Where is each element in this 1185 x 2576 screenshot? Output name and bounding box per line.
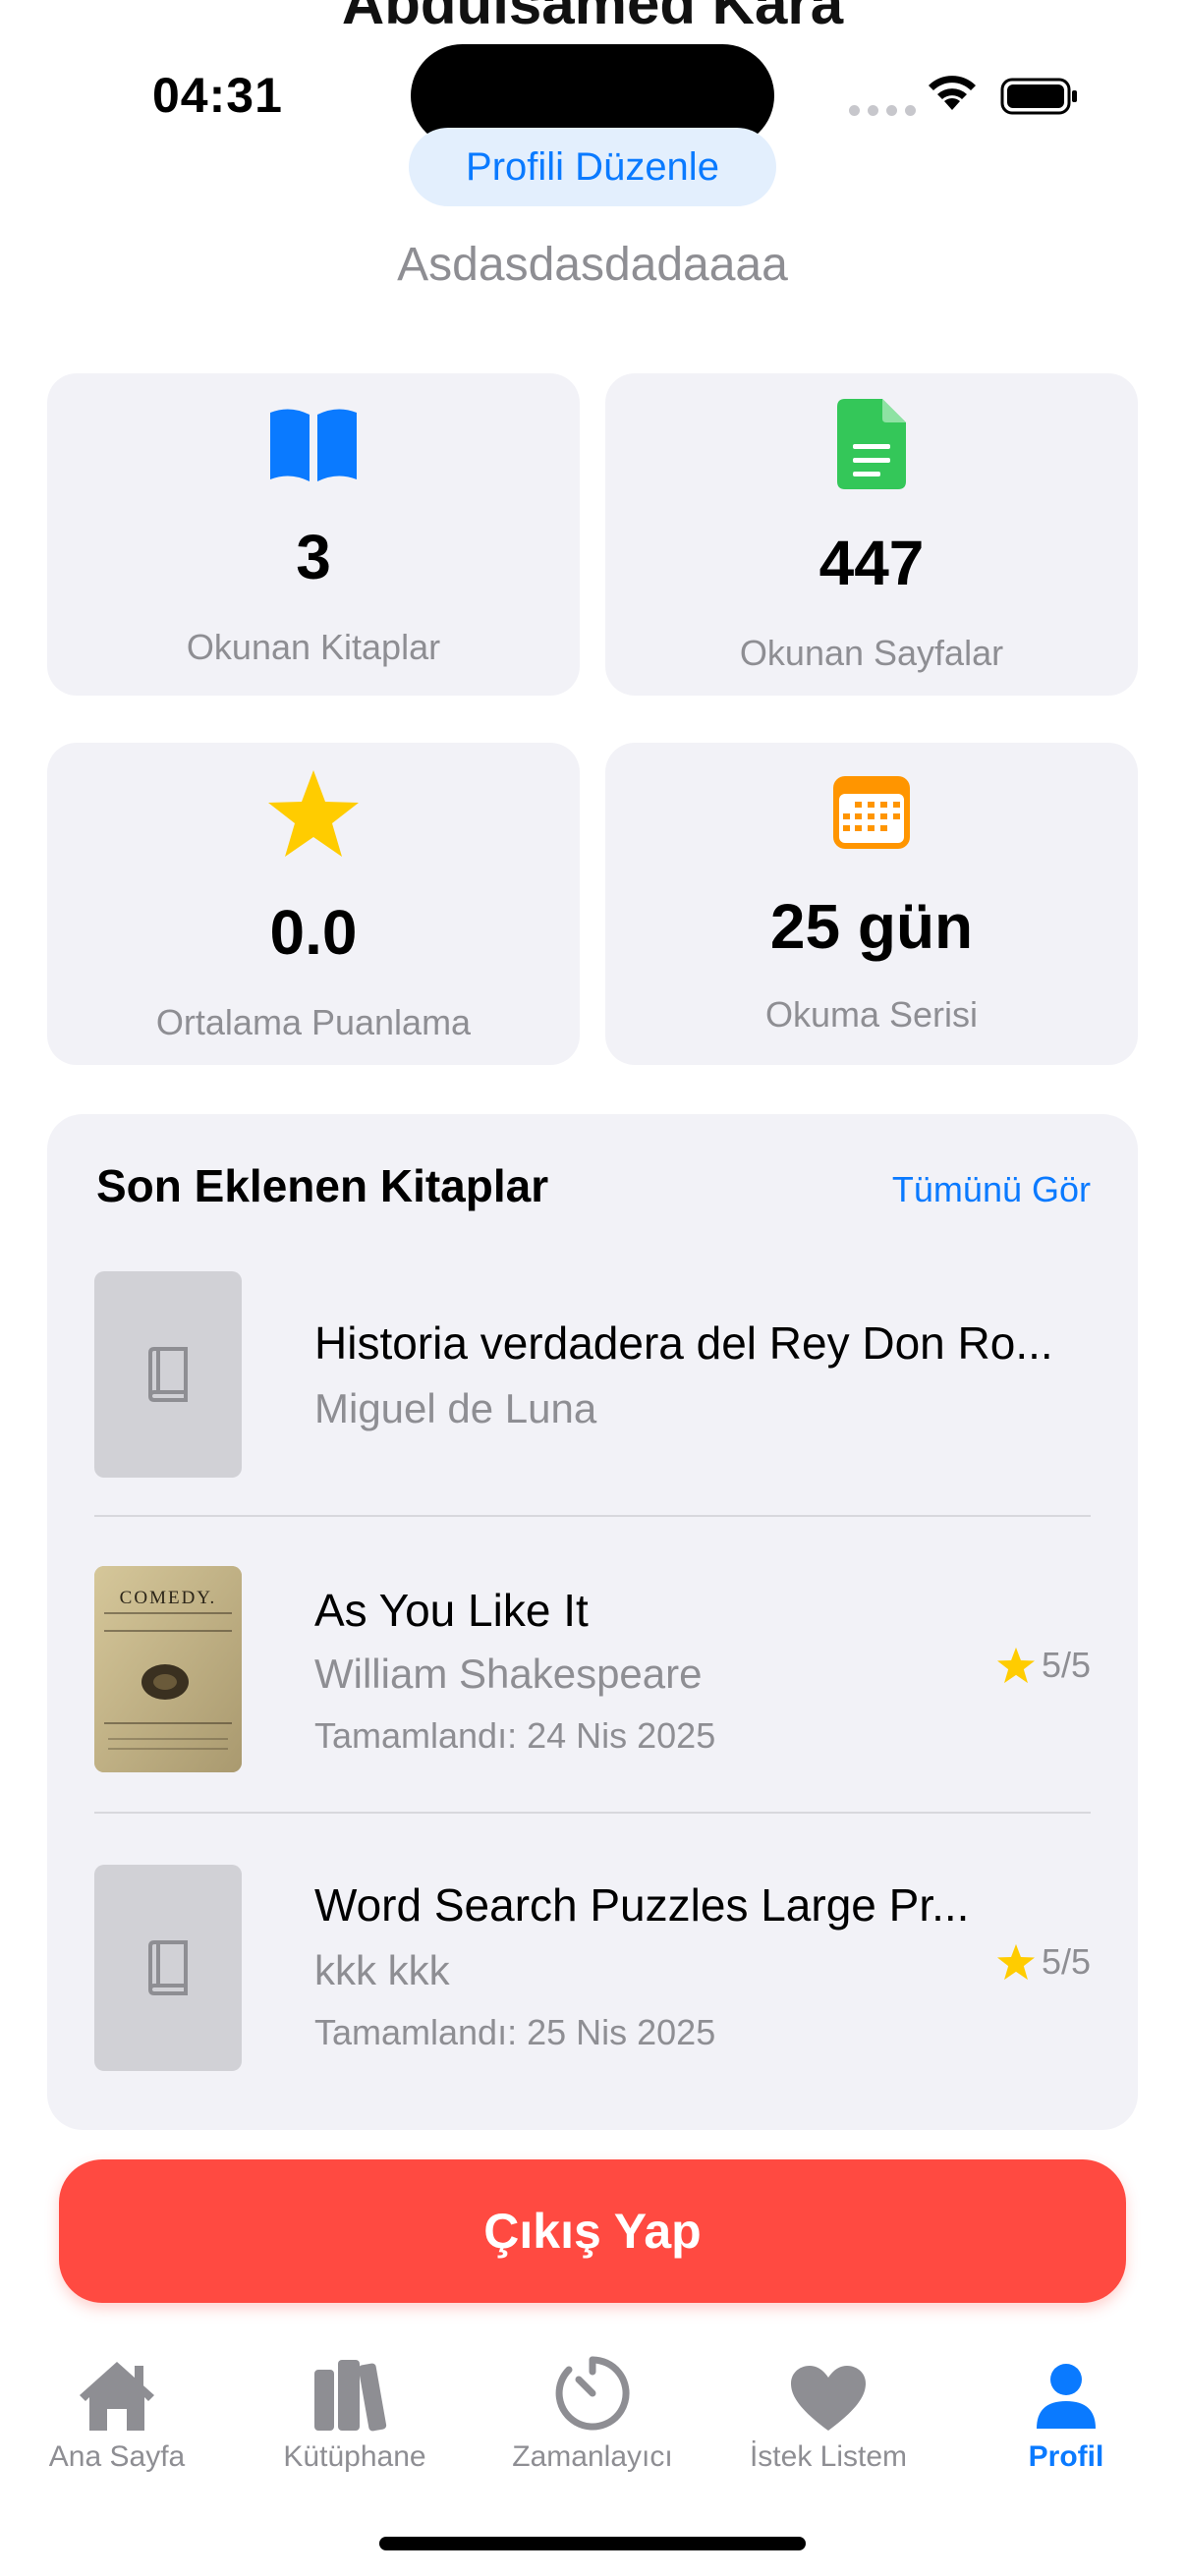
book-author: kkk kkk <box>314 1947 450 1993</box>
star-icon <box>996 1943 1035 1981</box>
book-completed-date: Tamamlandı: 25 Nis 2025 <box>314 2012 716 2052</box>
section-title: Son Eklenen Kitaplar <box>96 1160 549 1211</box>
see-all-link[interactable]: Tümünü Gör <box>892 1169 1091 1210</box>
book-row[interactable]: Historia verdadera del Rey Don Ro... Mig… <box>94 1271 1091 1478</box>
stat-card-reading-streak: 25 gün Okuma Serisi <box>605 743 1138 1065</box>
book-cover: COMEDY. <box>94 1566 242 1772</box>
rating-value: 5/5 <box>1041 1941 1091 1982</box>
tab-timer[interactable]: Zamanlayıcı <box>480 2348 705 2474</box>
book-title: Historia verdadera del Rey Don Ro... <box>314 1317 1053 1369</box>
stat-value: 25 gün <box>769 891 974 962</box>
logout-button[interactable]: Çıkış Yap <box>59 2159 1126 2303</box>
tab-wishlist[interactable]: İstek Listem <box>715 2348 941 2474</box>
stat-value: 0.0 <box>269 897 358 968</box>
book-rating: 5/5 <box>996 1645 1091 1686</box>
tab-label: İstek Listem <box>749 2440 908 2473</box>
timer-icon <box>555 2356 630 2431</box>
book-author: William Shakespeare <box>314 1651 703 1697</box>
book-icon <box>148 1347 188 1402</box>
calendar-icon <box>833 776 910 849</box>
book-open-icon <box>270 409 357 481</box>
tab-label: Kütüphane <box>283 2440 426 2473</box>
heart-icon <box>791 2366 866 2431</box>
book-cover-image: COMEDY. <box>94 1566 242 1772</box>
star-icon <box>996 1647 1035 1684</box>
book-rating: 5/5 <box>996 1941 1091 1983</box>
stat-value: 447 <box>818 528 925 598</box>
stat-card-average-rating: 0.0 Ortalama Puanlama <box>47 743 580 1065</box>
book-author: Miguel de Luna <box>314 1385 597 1431</box>
person-icon <box>1037 2364 1096 2429</box>
stat-label: Okunan Sayfalar <box>739 633 1004 673</box>
battery-icon <box>1000 78 1077 115</box>
house-icon <box>80 2362 154 2431</box>
tab-bar: Ana Sayfa Kütüphane Zamanlayıcı İstek Li… <box>0 2328 1185 2525</box>
recent-books-card: Son Eklenen Kitaplar Tümünü Gör Historia… <box>47 1114 1138 2130</box>
stat-label: Okunan Kitaplar <box>186 627 441 667</box>
profile-bio: Asdasdasdadaaaa <box>397 239 788 291</box>
stat-label: Ortalama Puanlama <box>155 1002 472 1042</box>
tab-label: Zamanlayıcı <box>512 2440 673 2473</box>
tab-library[interactable]: Kütüphane <box>242 2348 468 2474</box>
book-title: As You Like It <box>314 1585 589 1636</box>
stat-value: 3 <box>296 522 331 592</box>
book-cover-placeholder <box>94 1271 242 1478</box>
home-indicator <box>379 2537 806 2550</box>
book-title: Word Search Puzzles Large Pr... <box>314 1879 970 1931</box>
tab-label: Profil <box>1028 2440 1104 2473</box>
stat-card-books-read: 3 Okunan Kitaplar <box>47 373 580 696</box>
divider <box>94 1515 1091 1517</box>
book-completed-date: Tamamlandı: 24 Nis 2025 <box>314 1715 716 1756</box>
cover-title: COMEDY. <box>120 1588 217 1608</box>
book-cover-placeholder <box>94 1865 242 2071</box>
book-row[interactable]: Word Search Puzzles Large Pr... kkk kkk … <box>94 1865 1091 2071</box>
stat-label: Okuma Serisi <box>764 994 979 1035</box>
tab-profile[interactable]: Profil <box>953 2348 1179 2474</box>
tab-home[interactable]: Ana Sayfa <box>4 2348 230 2474</box>
book-icon <box>148 1940 188 1995</box>
stat-card-pages-read: 447 Okunan Sayfalar <box>605 373 1138 696</box>
rating-value: 5/5 <box>1041 1645 1091 1685</box>
tab-label: Ana Sayfa <box>48 2440 186 2473</box>
document-icon <box>837 399 906 489</box>
book-row[interactable]: COMEDY. As You Like It William Shakespea… <box>94 1566 1091 1772</box>
books-icon <box>314 2360 387 2432</box>
cellular-signal-icon <box>849 105 916 116</box>
edit-profile-button[interactable]: Profili Düzenle <box>409 128 776 206</box>
status-time: 04:31 <box>152 68 283 123</box>
star-icon <box>268 770 359 857</box>
divider <box>94 1812 1091 1814</box>
wifi-icon <box>929 76 976 110</box>
